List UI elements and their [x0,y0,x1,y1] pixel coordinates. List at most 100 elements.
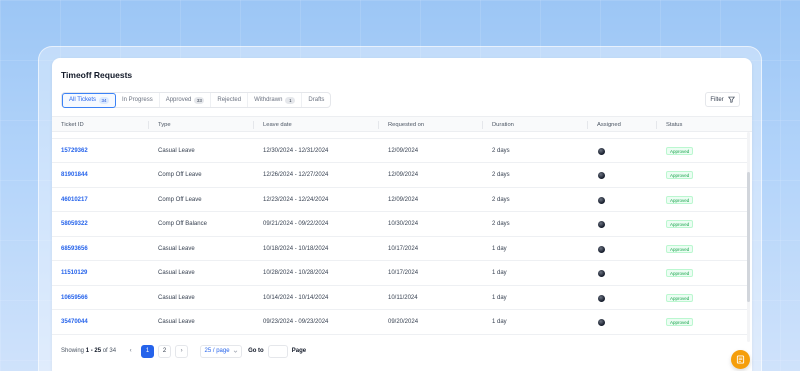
cell-requested-on: 10/11/2024 [388,294,418,301]
tab-rejected[interactable]: Rejected [211,93,249,107]
tab-withdrawn[interactable]: Withdrawn 1 [248,93,303,107]
cell-leave-date: 10/14/2024 - 10/14/2024 [263,294,329,301]
cell-duration: 2 days [492,196,510,203]
cell-type: Casual Leave [158,294,195,301]
cell-requested-on: 09/20/2024 [388,319,419,325]
cell-requested-on: 10/30/2024 [388,221,419,227]
status-badge: Approved [666,244,694,253]
assignee-avatar [598,294,605,302]
ticket-tabs: All Tickets 34 In Progress Approved 33 Reject… [61,92,332,108]
column-header-type[interactable]: Type [158,117,171,133]
page-list: 12 [137,344,172,358]
filter-icon [727,96,735,103]
cell-duration: 2 days [492,172,510,178]
showing-prefix: Showing [61,348,85,354]
scrollbar-thumb[interactable] [747,172,750,302]
tab-approved[interactable]: Approved 33 [160,93,212,107]
column-header-status[interactable]: Status [666,117,682,133]
tab-count-badge: 33 [194,96,205,104]
cell-duration: 1 day [492,245,507,252]
tab-drafts[interactable]: Drafts [302,93,330,107]
cell-type: Casual Leave [158,245,195,252]
cell-duration: 1 day [492,319,507,325]
assignee-avatar [598,147,605,155]
cell-type: Comp Off Leave [158,196,202,203]
tab-label: Withdrawn [254,97,283,103]
status-badge: Approved [666,220,694,228]
filter-label: Filter [710,96,724,103]
tab-in-progress[interactable]: In Progress [116,93,160,107]
page-button-2[interactable]: 2 [158,344,172,358]
filter-button[interactable]: Filter [705,92,740,107]
column-header-requested-on[interactable]: Requested on [388,117,424,133]
cell-type: Casual Leave [158,147,195,154]
table-body: 15729362 Casual Leave 12/30/2024 - 12/31/2… [52,132,747,342]
table-row[interactable]: 68593656 Casual Leave 10/18/2024 - 10/18/2… [52,237,747,262]
page-button-1[interactable]: 1 [141,344,155,358]
column-header-assigned[interactable]: Assigned [597,117,621,133]
cell-leave-date: 12/23/2024 - 12/24/2024 [263,196,329,203]
assignee-avatar [598,196,605,204]
cell-type: Casual Leave [158,319,195,325]
cell-leave-date: 10/28/2024 - 10/28/2024 [263,270,329,276]
ticket-id-link[interactable]: 68593656 [61,237,88,262]
assignee-avatar [598,172,605,179]
showing-range: 1 - 25 [85,348,102,354]
table-row[interactable]: 81901844 Comp Off Leave 12/26/2024 - 12/27… [52,163,747,188]
table-row[interactable]: 58059322 Comp Off Balance 09/21/2024 - 09/… [52,212,747,237]
cell-requested-on: 12/09/2024 [388,172,419,178]
ticket-id-link[interactable]: 81901844 [61,163,88,188]
cell-requested-on: 10/17/2024 [388,270,419,276]
cell-type: Comp Off Balance [158,221,207,227]
assignee-avatar [598,245,605,253]
goto-label: Go to [248,348,264,354]
table-row[interactable]: 35470044 Casual Leave 09/23/2024 - 09/23/2… [52,310,747,335]
table-row[interactable]: 15729362 Casual Leave 12/30/2024 - 12/31/2… [52,139,747,164]
assignee-avatar [598,319,605,326]
pagination-footer: Showing 1 - 25 of 34 ‹ 12 › 25 / page Go… [61,344,306,358]
tab-label: Rejected [217,97,242,103]
tab-label: In Progress [122,97,153,103]
column-header-ticket-id[interactable]: Ticket ID [61,117,84,133]
per-page-select[interactable]: 25 / page [200,344,243,358]
tab-label: All Tickets [69,97,97,103]
tab-label: Approved [165,97,192,103]
tab-count-badge: 34 [99,96,110,104]
showing-total: of 34 [102,348,117,354]
table-row[interactable]: 10659566 Casual Leave 10/14/2024 - 10/14/2… [52,286,747,311]
ticket-id-link[interactable]: 10659566 [61,286,88,311]
timeoff-card: Timeoff Requests All Tickets 34 In Progres… [52,58,752,371]
cell-duration: 2 days [492,147,510,154]
ticket-id-link[interactable]: 15729362 [61,139,88,164]
column-header-leave-date[interactable]: Leave date [263,117,292,133]
floating-help-button[interactable] [731,350,750,369]
goto-page-input[interactable] [267,344,288,358]
next-page-button[interactable]: › [175,344,189,358]
status-badge: Approved [666,171,694,179]
column-divider [656,121,657,129]
ticket-id-link[interactable]: 11510129 [61,261,87,286]
status-badge: Approved [666,146,694,155]
table-header: Ticket ID Type Leave date Requested on Durat… [52,116,752,132]
page-label: Page [291,348,307,354]
ticket-id-link[interactable]: 46010217 [61,188,88,213]
table-row[interactable]: 46010217 Comp Off Leave 12/23/2024 - 12/24… [52,188,747,213]
assignee-avatar [598,270,605,277]
cell-requested-on: 10/17/2024 [388,245,419,252]
cell-type: Casual Leave [158,270,195,276]
cell-leave-date: 12/30/2024 - 12/31/2024 [263,147,329,154]
prev-page-button[interactable]: ‹ [124,344,138,358]
column-divider [587,121,588,129]
cell-duration: 2 days [492,221,510,227]
ticket-id-link[interactable]: 35470044 [61,310,88,335]
per-page-value: 25 / page [204,348,230,354]
cell-leave-date: 12/26/2024 - 12/27/2024 [263,172,329,178]
column-header-duration[interactable]: Duration [492,117,514,133]
table-row[interactable]: 11510129 Casual Leave 10/28/2024 - 10/28/2… [52,261,747,286]
tab-all-tickets[interactable]: All Tickets 34 [62,92,117,108]
ticket-id-link[interactable]: 58059322 [61,212,88,237]
status-badge: Approved [666,269,694,277]
assignee-avatar [598,221,605,228]
page-title: Timeoff Requests [61,70,133,80]
table-scrollbar[interactable] [747,132,750,342]
